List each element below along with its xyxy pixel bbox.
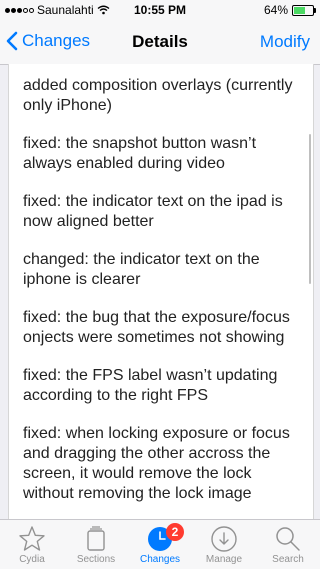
tab-label: Sections <box>76 554 116 565</box>
updates-badge: 2 <box>166 523 184 541</box>
status-bar: Saunalahti 10:55 PM 64% <box>0 0 320 20</box>
sections-icon <box>87 526 105 551</box>
scroll-indicator[interactable] <box>309 134 311 284</box>
battery-area: 64% <box>263 3 316 17</box>
details-content[interactable]: added composition overlays (currently on… <box>8 64 314 519</box>
modify-button[interactable]: Modify <box>260 32 310 52</box>
search-icon <box>276 527 300 551</box>
tab-label: Cydia <box>19 554 45 565</box>
tab-bar: Cydia Sections Changes 2 Manage Search <box>0 519 320 569</box>
change-note: changed: the indicator text on the iphon… <box>23 251 260 288</box>
change-note: fixed: when locking exposure or focus an… <box>23 425 290 502</box>
change-note: fixed: the indicator text on the ipad is… <box>23 193 283 230</box>
tab-label: Manage <box>205 554 243 565</box>
change-note: fixed: the bug that the exposure/focus o… <box>23 309 290 346</box>
battery-percent: 64% <box>263 3 288 17</box>
tab-label: Search <box>272 554 304 565</box>
tab-changes[interactable]: Changes 2 <box>128 520 192 569</box>
tab-manage[interactable]: Manage <box>192 520 256 569</box>
navigation-bar: Changes Details Modify <box>0 20 320 65</box>
change-note: added composition overlays (currently on… <box>23 77 293 114</box>
tab-cydia[interactable]: Cydia <box>0 520 64 569</box>
battery-icon <box>292 4 316 16</box>
change-note: fixed: the FPS label wasn’t updating acc… <box>23 367 278 404</box>
change-note: fixed: the snapshot button wasn’t always… <box>23 135 257 172</box>
star-icon <box>19 526 45 551</box>
tab-label: Changes <box>139 554 181 565</box>
tab-search[interactable]: Search <box>256 520 320 569</box>
download-icon <box>211 526 237 552</box>
tab-sections[interactable]: Sections <box>64 520 128 569</box>
battery-level <box>294 6 305 14</box>
